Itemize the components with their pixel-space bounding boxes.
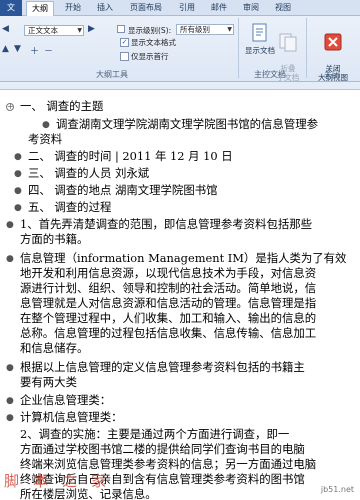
group-label-master-document: 主控文档 [254,70,286,79]
first-line-only-checkbox[interactable]: 仅显示首行 [120,52,169,61]
doc-line: 一、 调查的主题 [20,99,104,113]
doc-line: 方面的书籍。 [20,232,89,246]
tab-insert[interactable]: 插入 [92,1,118,16]
tab-outline[interactable]: 大纲 [26,1,54,16]
watermark-site: jb51.net [318,485,356,494]
bullet-icon: ● [14,152,22,162]
doc-line: 二、 调查的时间 | 2011 年 12 月 10 日 [28,149,233,163]
ribbon-tab-bar: 文 大纲 开始 插入 页面布局 引用 邮件 审阅 视图 [0,0,360,16]
bullet-icon: ● [6,396,14,406]
expand-icon[interactable]: ＋ [30,44,39,57]
doc-line: 调查湖南文理学院湖南文理学院图书馆的信息管理参 [56,117,318,131]
doc-line: 息管理就是人对信息资源和信息活动的管理。信息管理是指 [20,296,317,310]
doc-line: 2、调查的实施：主要是通过两个方面进行调查，即一 [20,427,290,441]
doc-line: 信息管理（information Management IM）是指人类为了有效 [20,251,347,265]
tab-mailings[interactable]: 邮件 [206,1,232,16]
chevron-down-icon: ▼ [227,26,232,33]
bullet-icon: ● [6,254,14,264]
show-level-label: 显示级别(S): [128,26,172,35]
outline-plus-icon[interactable]: + [6,103,14,111]
tab-home[interactable]: 开始 [60,1,86,16]
bullet-icon: ● [14,169,22,179]
doc-line: 五、 调查的过程 [28,200,112,214]
bullet-icon: ● [14,186,22,196]
doc-line: 考资料 [28,132,63,146]
show-level-select[interactable]: 所有级别 ▼ [176,24,234,35]
doc-line: 和信息储存。 [20,341,89,355]
watermark-text: 脚本之家 [4,472,121,490]
demote-arrow-icon[interactable]: ▶ [88,24,95,34]
doc-line: 要有两大类 [20,375,77,389]
doc-line: 方面通过学校图书馆二楼的提供给同学们查询书目的电脑 [20,442,305,456]
group-label-outline-tools: 大纲工具 [96,70,128,79]
move-down-icon[interactable]: ▼ [14,44,21,54]
bullet-icon: ● [6,220,14,230]
ribbon-separator [238,18,239,78]
ruler-bar [0,82,360,90]
tab-references[interactable]: 引用 [174,1,200,16]
document-body[interactable]: + 一、 调查的主题 ● 调查湖南文理学院湖南文理学院图书馆的信息管理参 考资料… [0,90,360,500]
checkbox-icon [120,52,129,61]
document-icon [252,23,267,42]
doc-line: 在整个管理过程中，人们收集、加工和输入、输出的信息的 [20,311,317,325]
doc-line: 计算机信息管理类： [20,410,123,424]
bullet-icon: ● [42,120,50,130]
doc-line: 源进行计划、组织、领导和控制的社会活动。简单地说，信 [20,281,317,295]
checkmark-icon: ✓ [120,38,129,47]
bullet-icon: ● [6,413,14,423]
doc-line: 企业信息管理类： [20,393,112,407]
show-level-value: 所有级别 [180,25,210,34]
tab-review[interactable]: 审阅 [238,1,264,16]
close-icon [324,33,342,51]
doc-line: 三、 调查的人员 刘永斌 [28,166,150,180]
show-level-icon [117,25,125,33]
outline-level-select[interactable]: 正文文本 ▼ [24,25,84,36]
ribbon-separator [306,18,307,78]
promote-arrow-icon[interactable]: ◀ [2,24,9,34]
bullet-icon: ● [6,363,14,373]
show-text-format-checkbox[interactable]: ✓ 显示文本格式 [120,38,176,47]
doc-line: 根据以上信息管理的定义信息管理参考资料包括的书籍主 [20,360,305,374]
chevron-down-icon: ▼ [77,27,82,34]
subdocument-icon [279,33,297,52]
show-text-format-label: 显示文本格式 [131,38,176,47]
group-label-close: 关闭 [324,70,340,79]
collapse-icon[interactable]: － [44,44,53,57]
tab-page-layout[interactable]: 页面布局 [124,1,168,16]
doc-line: 地开发和利用信息资源，以现代信息技术为手段，对信息资 [20,266,317,280]
tab-view[interactable]: 视图 [270,1,296,16]
doc-line: 1、首先弄清楚调查的范围，即信息管理参考资料包括那些 [20,217,313,231]
doc-line: 四、 调查的地点 湖南文理学院图书馆 [28,183,218,197]
file-tab[interactable]: 文 [0,0,22,16]
outline-level-value: 正文文本 [28,26,58,35]
bullet-icon: ● [14,203,22,213]
ribbon: 文 大纲 开始 插入 页面布局 引用 邮件 审阅 视图 ◀ 正文文本 ▼ ▶ ▲… [0,0,360,82]
first-line-only-label: 仅显示首行 [131,52,169,61]
move-up-icon[interactable]: ▲ [2,44,9,54]
doc-line: 总称。信息管理的过程包括信息收集、信息传输、信息加工 [20,326,317,340]
